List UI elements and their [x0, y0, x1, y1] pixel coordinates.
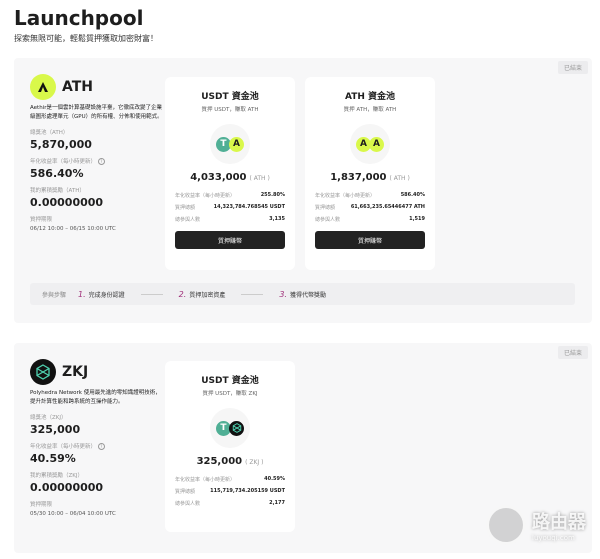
ath-icon: A	[369, 136, 384, 152]
pool-title: USDT 資金池	[201, 92, 259, 102]
ath-icon: A	[229, 136, 244, 152]
pool-subtitle: 質押 USDT，賺取 ATH	[201, 107, 259, 113]
stake-button[interactable]: 質押賺幣	[175, 231, 285, 249]
total-pool-value: 5,870,000	[30, 138, 92, 151]
step-divider	[140, 293, 163, 295]
participants-value: 2,177	[269, 500, 285, 506]
help-icon[interactable]: ?	[97, 443, 105, 450]
pool-amount: 1,837,000	[330, 172, 387, 183]
project-card-ath: 已結束 ATH Aethir是一個雲計算基礎設施平臺，它徹底改變了企業級圖形處理…	[14, 58, 592, 323]
router-logo-icon	[486, 505, 526, 545]
apr-value: 40.59%	[264, 476, 285, 482]
staked-value: 115,719,734.205159 USDT	[210, 488, 285, 494]
my-rewards-value: 0.00000000	[30, 196, 104, 209]
period-label: 質押期限	[30, 217, 53, 223]
pool-unit: ( ATH )	[389, 175, 410, 182]
total-pool-label: 總獎池（ZKJ）	[30, 415, 67, 421]
staked-label: 質押總額	[315, 205, 336, 211]
period-value: 06/12 10:00 – 06/15 10:00 UTC	[30, 226, 116, 232]
pool-amount: 325,000	[196, 456, 243, 467]
step-text: 質押加密資產	[189, 291, 226, 299]
zkj-icon	[229, 420, 244, 436]
pool-amount: 4,033,000	[190, 172, 247, 183]
apr-label: 年化收益率（每小時更新）	[175, 477, 236, 483]
status-badge: 已結束	[557, 61, 588, 74]
total-pool-value: 325,000	[30, 423, 81, 436]
status-badge: 已結束	[557, 346, 588, 359]
help-icon[interactable]: ?	[97, 158, 105, 165]
page-subtitle: 探索無限可能，輕鬆質押獲取加密財富！	[14, 34, 158, 43]
staked-label: 質押總額	[175, 489, 196, 495]
apr-label: 年化收益率（每小時更新）	[315, 193, 376, 199]
zkj-logo-icon	[30, 359, 56, 385]
pool-title: ATH 資金池	[344, 92, 396, 102]
participants-value: 3,135	[269, 216, 285, 222]
pool-card-usdt: USDT 資金池 質押 USDT，賺取 ZKJ T 325,000( ZKJ )…	[165, 361, 295, 532]
stake-button[interactable]: 質押賺幣	[315, 231, 425, 249]
staked-value: 14,323,784.768545 USDT	[213, 204, 285, 210]
pool-card-ath: ATH 資金池 質押 ATH，賺取 ATH AA 1,837,000( ATH …	[305, 77, 435, 270]
pool-subtitle: 質押 ATH，賺取 ATH	[343, 107, 397, 113]
total-pool-label: 總獎池（ATH）	[30, 130, 69, 136]
apr-value: 40.59%	[30, 452, 76, 465]
token-name: ATH	[62, 79, 94, 95]
pool-card-usdt: USDT 資金池 質押 USDT，賺取 ATH TA 4,033,000( AT…	[165, 77, 295, 270]
period-value: 05/30 10:00 – 06/04 10:00 UTC	[30, 511, 116, 517]
apr-label: 年化收益率（每小時更新）	[30, 159, 97, 165]
apr-value: 255.80%	[260, 192, 285, 198]
pool-unit: ( ZKJ )	[245, 459, 264, 466]
page-title: Launchpool	[14, 6, 144, 30]
my-rewards-label: 我的累積獎勵（ZKJ）	[30, 473, 83, 479]
watermark-url: luyouqi.com	[532, 534, 575, 542]
participation-steps: 參與步驟 1. 完成身份認證 2. 質押加密資產 3. 獲得代幣獎勵	[30, 283, 575, 305]
step-text: 完成身份認證	[88, 291, 125, 299]
step-number: 3.	[279, 289, 287, 299]
pool-subtitle: 質押 USDT，賺取 ZKJ	[202, 391, 258, 397]
step-divider	[241, 293, 264, 295]
my-rewards-label: 我的累積獎勵（ATH）	[30, 188, 85, 194]
apr-value: 586.40%	[400, 192, 425, 198]
watermark: 路由器 luyouqi.com	[486, 505, 586, 545]
apr-label: 年化收益率（每小時更新）	[175, 193, 236, 199]
step-number: 1.	[78, 289, 86, 299]
step-number: 2.	[178, 289, 187, 299]
staked-value: 61,663,235.65446477 ATH	[350, 204, 425, 210]
steps-label: 參與步驟	[42, 291, 67, 299]
participants-label: 總參與人數	[175, 217, 201, 223]
participants-value: 1,519	[409, 216, 425, 222]
participants-label: 總參與人數	[315, 217, 341, 223]
my-rewards-value: 0.00000000	[30, 481, 104, 494]
token-name: ZKJ	[62, 364, 89, 380]
apr-label: 年化收益率（每小時更新）	[30, 444, 97, 450]
apr-value: 586.40%	[30, 167, 84, 180]
participants-label: 總參與人數	[175, 501, 201, 507]
project-description: Aethir是一個雲計算基礎設施平臺，它徹底改變了企業級圖形處理單元（GPU）的…	[30, 105, 163, 120]
watermark-text: 路由器	[532, 512, 586, 533]
staked-label: 質押總額	[175, 205, 196, 211]
period-label: 質押期限	[30, 502, 53, 508]
pool-title: USDT 資金池	[201, 376, 259, 386]
step-text: 獲得代幣獎勵	[289, 291, 326, 299]
pool-unit: ( ATH )	[249, 175, 270, 182]
project-description: Polyhedra Network 使用最先進的零知識證明技術，提升計算性能和跨…	[30, 390, 161, 405]
ath-logo-icon	[30, 74, 56, 100]
